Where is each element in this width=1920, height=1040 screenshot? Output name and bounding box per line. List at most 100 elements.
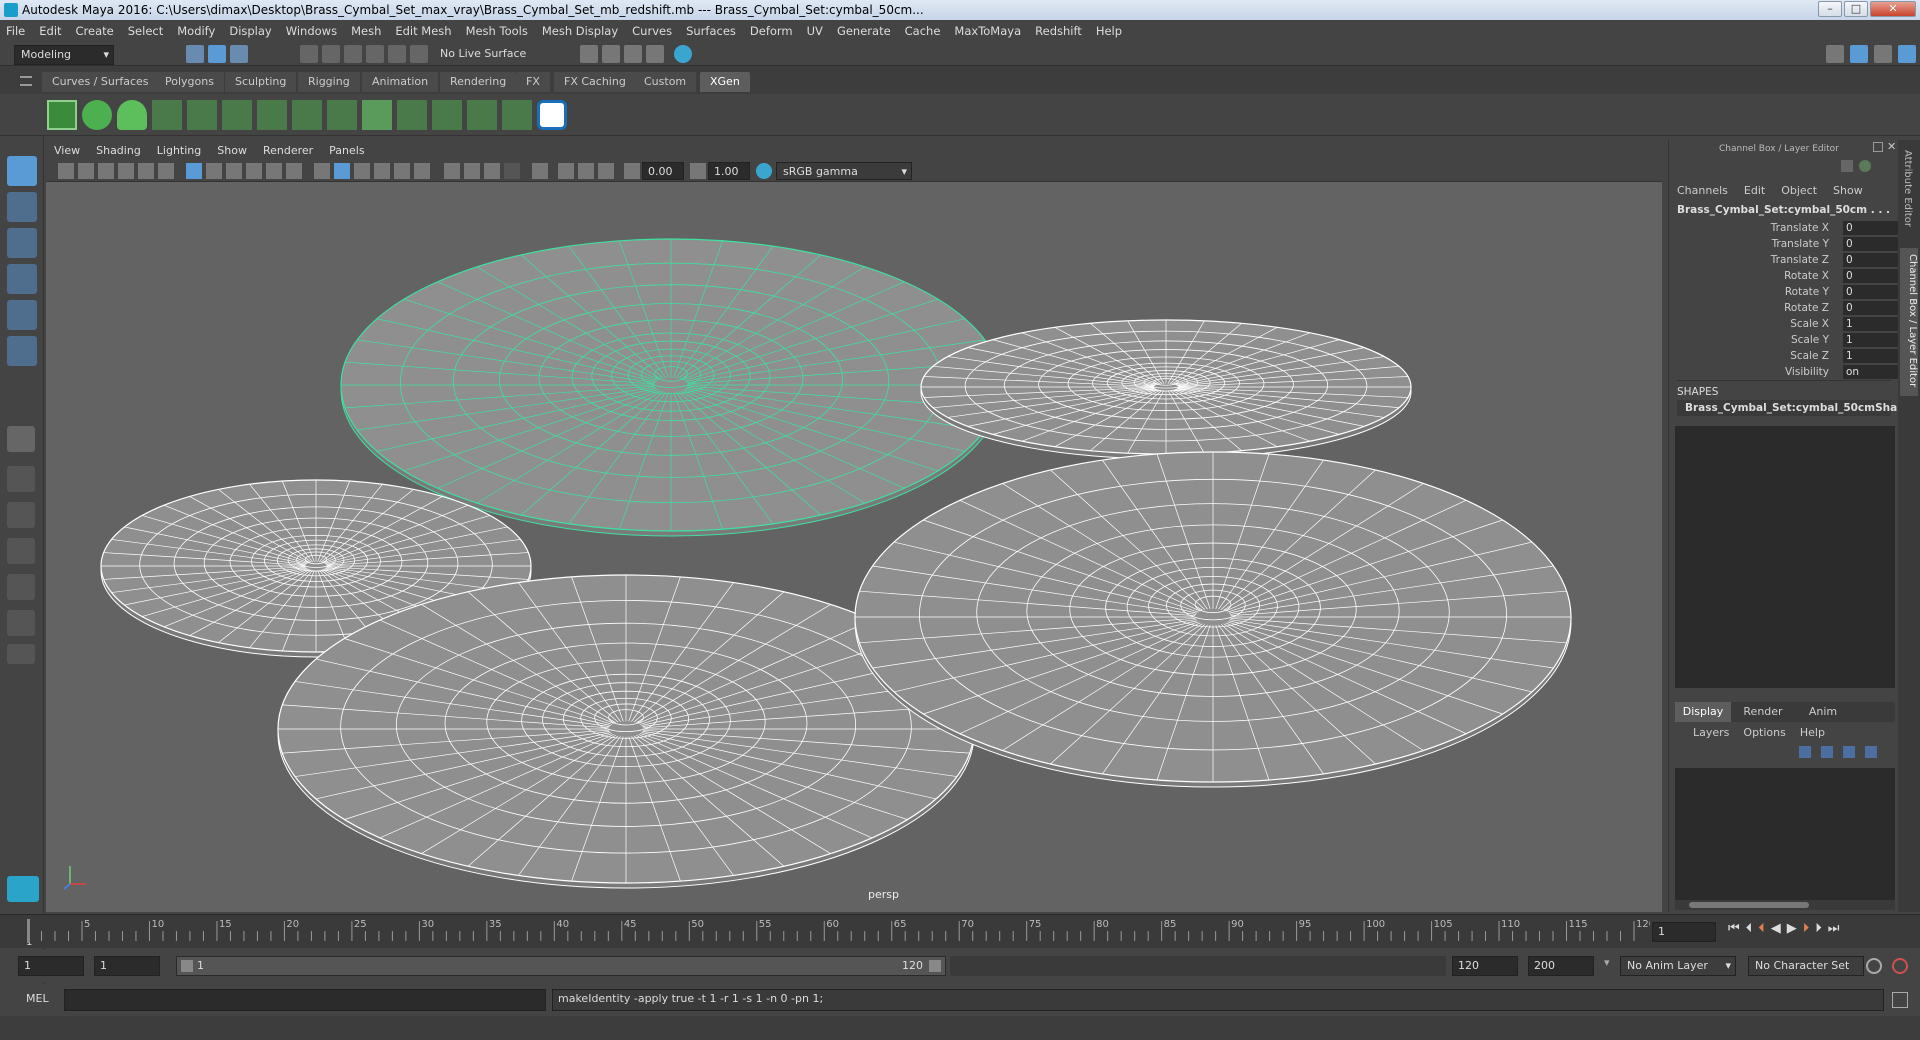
playback-start-field[interactable]: 1	[94, 956, 160, 976]
select-tool-icon[interactable]	[7, 156, 37, 186]
channelbox-menu-show[interactable]: Show	[1833, 184, 1863, 197]
layer-move-down-icon[interactable]	[1821, 746, 1833, 758]
shelf-tab-rendering[interactable]: Rendering	[440, 72, 517, 92]
shelf-tab-polygons[interactable]: Polygons	[155, 72, 224, 92]
new-layer-selected-icon[interactable]	[1865, 746, 1877, 758]
outliner-layout-icon[interactable]	[7, 610, 35, 636]
channel-value[interactable]: 0	[1843, 285, 1903, 299]
channel-translate-x[interactable]: Translate X 0	[1677, 220, 1903, 236]
viewport-menu-lighting[interactable]: Lighting	[157, 144, 201, 157]
viewport-menu-show[interactable]: Show	[217, 144, 247, 157]
xgen-editor-icon[interactable]	[47, 100, 77, 130]
hypershade-icon[interactable]	[646, 45, 664, 63]
maximize-button[interactable]: □	[1844, 1, 1868, 17]
live-surface-field[interactable]: No Live Surface	[434, 45, 534, 65]
layer-tab-display[interactable]: Display	[1675, 702, 1731, 722]
play-forwards-icon[interactable]: ▶	[1787, 921, 1797, 936]
screen-space-ao-icon[interactable]	[444, 163, 460, 179]
range-start-handle[interactable]	[181, 960, 193, 972]
colorspace-dropdown[interactable]: sRGB gamma ▾	[776, 162, 912, 180]
channelbox-icon-b[interactable]	[1859, 160, 1871, 172]
layer-scrollbar[interactable]	[1675, 900, 1895, 910]
lasso-tool-icon[interactable]	[7, 192, 37, 222]
xgen-lock-guide-icon[interactable]	[292, 100, 322, 130]
snap-live-icon[interactable]	[410, 45, 428, 63]
tool-settings-toggle-icon[interactable]	[1874, 45, 1892, 63]
channel-value[interactable]: 0	[1843, 237, 1903, 251]
shelf-tab-custom[interactable]: Custom	[634, 72, 697, 92]
attribute-editor-tab[interactable]: Attribute Editor	[1902, 150, 1913, 227]
xgen-sculpt-guide-icon[interactable]	[257, 100, 287, 130]
grid-icon[interactable]	[186, 163, 202, 179]
select-by-component-icon[interactable]	[230, 45, 248, 63]
motion-blur-icon[interactable]	[464, 163, 480, 179]
safe-action-icon[interactable]	[286, 163, 302, 179]
ipr-render-icon[interactable]	[602, 45, 620, 63]
channel-box-tab[interactable]: Channel Box / Layer Editor	[1900, 248, 1918, 396]
channel-translate-z[interactable]: Translate Z 0	[1677, 252, 1903, 268]
snap-grid-icon[interactable]	[300, 45, 318, 63]
layer-tab-render[interactable]: Render	[1735, 702, 1791, 722]
wireframe-on-shaded-icon[interactable]	[354, 163, 370, 179]
channel-value[interactable]: 1	[1843, 333, 1903, 347]
layer-move-up-icon[interactable]	[1799, 746, 1811, 758]
xgen-brush-icon[interactable]	[432, 100, 462, 130]
rotate-tool-icon[interactable]	[7, 300, 37, 330]
chevron-down-icon[interactable]: ▾	[1604, 956, 1610, 969]
script-language-label[interactable]: MEL	[26, 992, 49, 1005]
xray-active-icon[interactable]	[578, 163, 594, 179]
menu-mesh-display[interactable]: Mesh Display	[542, 24, 618, 38]
range-bar[interactable]: 1 120	[176, 956, 946, 976]
menu-generate[interactable]: Generate	[837, 24, 891, 38]
channel-visibility[interactable]: Visibility on	[1677, 364, 1903, 380]
xgen-add-guide-icon[interactable]	[187, 100, 217, 130]
channel-value[interactable]: 1	[1843, 317, 1903, 331]
channel-translate-y[interactable]: Translate Y 0	[1677, 236, 1903, 252]
shelf-tab-sculpting[interactable]: Sculpting	[225, 72, 297, 92]
2d-pan-zoom-icon[interactable]	[138, 163, 154, 179]
channelbox-menu-edit[interactable]: Edit	[1744, 184, 1765, 197]
menu-windows[interactable]: Windows	[286, 24, 337, 38]
menu-file[interactable]: File	[6, 24, 25, 38]
step-back-frame-icon[interactable]: ⏴	[1746, 921, 1753, 936]
snap-point-icon[interactable]	[344, 45, 362, 63]
smooth-shade-icon[interactable]	[334, 163, 350, 179]
isolate-select-icon[interactable]	[532, 163, 548, 179]
anti-aliasing-icon[interactable]	[484, 163, 500, 179]
layer-menu-layers[interactable]: Layers	[1693, 726, 1729, 739]
menu-mesh-tools[interactable]: Mesh Tools	[466, 24, 528, 38]
render-frame-icon[interactable]	[580, 45, 598, 63]
single-perspective-view-icon[interactable]	[7, 426, 35, 452]
time-slider[interactable]: 5 10 15 20 25 30 35 40 45 50 55 60 65 70 75 80 85 90 95 100…	[0, 914, 1920, 948]
hypershade-layout-icon[interactable]	[7, 574, 35, 600]
layer-tab-anim[interactable]: Anim	[1795, 702, 1851, 722]
menu-uv[interactable]: UV	[807, 24, 823, 38]
xgen-primitives-icon[interactable]	[117, 100, 147, 130]
channel-rotate-x[interactable]: Rotate X 0	[1677, 268, 1903, 284]
gate-mask-icon[interactable]	[246, 163, 262, 179]
menu-edit[interactable]: Edit	[39, 24, 61, 38]
scrollbar-thumb[interactable]	[1689, 902, 1809, 908]
auto-key-icon[interactable]	[1866, 958, 1882, 974]
gamma-icon[interactable]	[690, 163, 706, 179]
perspective-viewport[interactable]: persp	[46, 182, 1662, 912]
more-layouts-icon[interactable]	[7, 644, 35, 664]
menu-surfaces[interactable]: Surfaces	[686, 24, 736, 38]
shelf-tab-animation[interactable]: Animation	[362, 72, 439, 92]
layer-menu-options[interactable]: Options	[1743, 726, 1785, 739]
minimize-button[interactable]: –	[1818, 1, 1842, 17]
channel-scale-y[interactable]: Scale Y 1	[1677, 332, 1903, 348]
snap-curve-icon[interactable]	[322, 45, 340, 63]
menu-mesh[interactable]: Mesh	[351, 24, 381, 38]
menu-cache[interactable]: Cache	[905, 24, 941, 38]
animation-start-field[interactable]: 1	[18, 956, 84, 976]
persp-graph-layout-icon[interactable]	[7, 538, 35, 564]
camera-icon[interactable]	[58, 163, 74, 179]
shelf-menu-icon[interactable]	[20, 76, 32, 86]
viewport-menu-view[interactable]: View	[54, 144, 80, 157]
xray-joints-icon[interactable]	[598, 163, 614, 179]
shadows-icon[interactable]	[414, 163, 430, 179]
menu-edit-mesh[interactable]: Edit Mesh	[395, 24, 451, 38]
select-by-object-icon[interactable]	[208, 45, 226, 63]
channel-value[interactable]: 0	[1843, 221, 1903, 235]
